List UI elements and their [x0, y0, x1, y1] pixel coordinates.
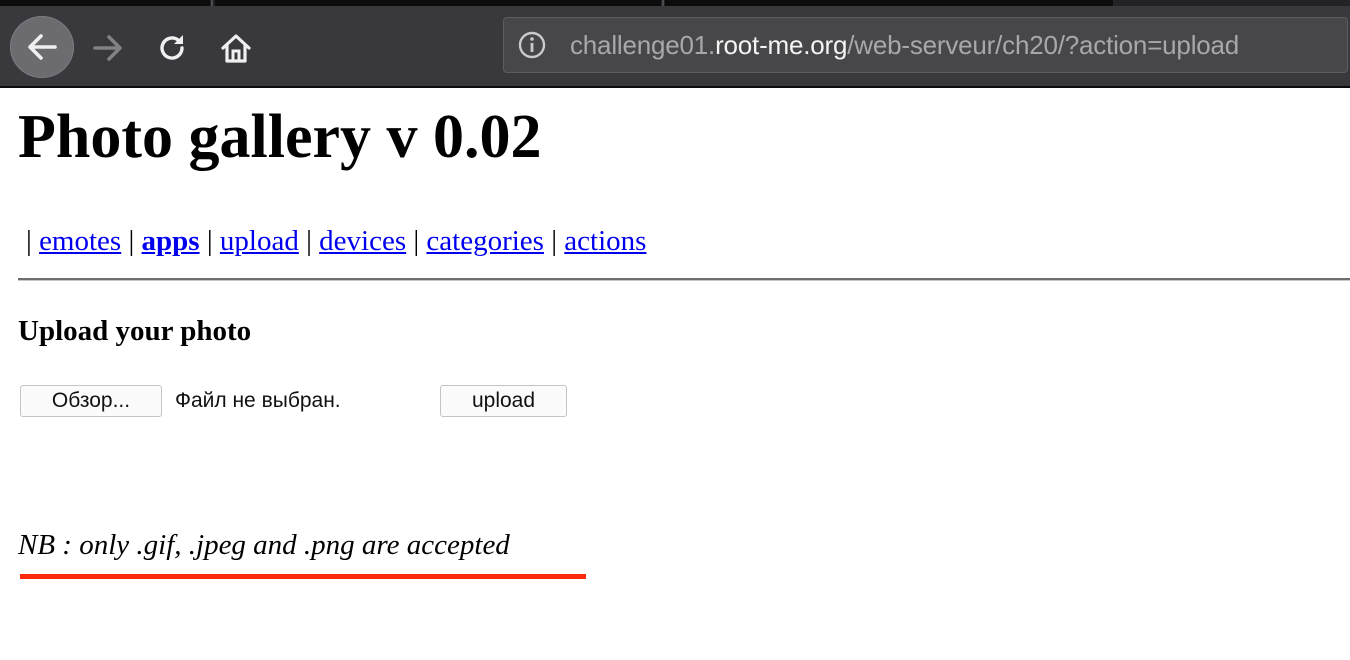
upload-heading: Upload your photo [18, 315, 252, 347]
menu-link-actions[interactable]: actions [564, 225, 646, 257]
menu-link-upload[interactable]: upload [220, 225, 299, 257]
home-icon [221, 34, 251, 63]
horizontal-rule [18, 278, 1350, 281]
browse-file-button[interactable]: Обзор... [20, 385, 162, 417]
back-button[interactable] [10, 16, 74, 78]
arrow-left-icon [28, 34, 57, 60]
browser-toolbar: challenge01.root-me.org/web-serveur/ch20… [0, 6, 1350, 88]
menu-separator: | [206, 225, 213, 257]
menu-link-categories[interactable]: categories [426, 225, 544, 257]
accepted-formats-note: NB : only .gif, .jpeg and .png are accep… [18, 529, 510, 561]
menu-separator: | [306, 225, 312, 257]
menu-link-devices[interactable]: devices [319, 225, 406, 257]
home-button[interactable] [212, 24, 260, 72]
upload-submit-button[interactable]: upload [440, 385, 567, 417]
reload-button[interactable] [148, 24, 196, 72]
menu-link-apps[interactable]: apps [142, 225, 200, 257]
menu-separator: | [551, 225, 558, 257]
menu-separator: | [413, 225, 420, 257]
arrow-right-icon [93, 35, 122, 61]
url-text[interactable]: challenge01.root-me.org/web-serveur/ch20… [560, 30, 1239, 61]
annotation-underline [20, 574, 586, 579]
file-status-text: Файл не выбран. [175, 389, 341, 412]
reload-icon [160, 35, 184, 60]
forward-button[interactable] [84, 24, 132, 72]
nav-menu: | emotes | apps | upload | devices | cat… [26, 222, 646, 260]
page-title: Photo gallery v 0.02 [18, 103, 542, 171]
url-path: /web-serveur/ch20/?action=upload [847, 29, 1240, 60]
menu-separator: | [26, 225, 32, 257]
menu-separator: | [128, 225, 135, 257]
address-bar[interactable]: challenge01.root-me.org/web-serveur/ch20… [503, 17, 1348, 73]
url-subdomain: challenge01. [570, 29, 716, 60]
info-circle-icon[interactable] [504, 17, 560, 73]
url-host: root-me.org [715, 29, 848, 60]
menu-link-emotes[interactable]: emotes [39, 225, 121, 257]
